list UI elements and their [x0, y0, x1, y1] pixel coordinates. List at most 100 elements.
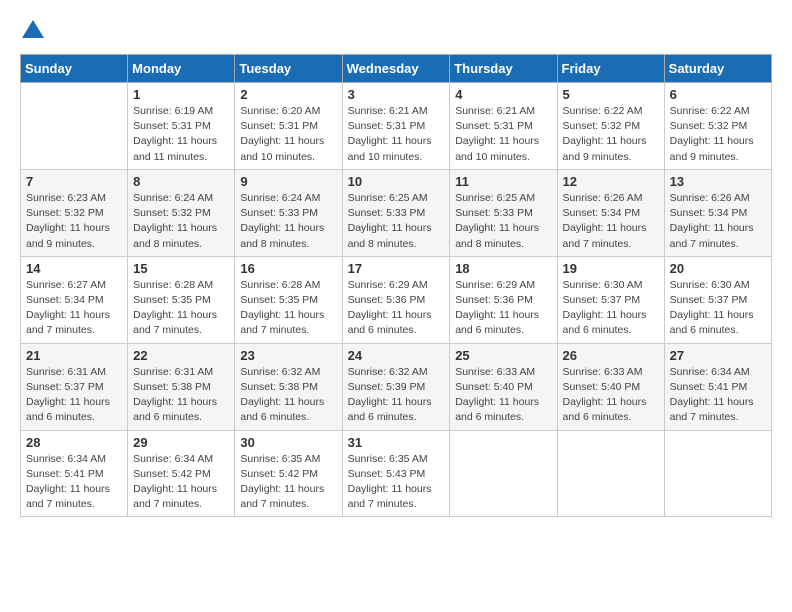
day-info: Sunrise: 6:19 AM Sunset: 5:31 PM Dayligh… — [133, 104, 229, 165]
calendar-cell: 8 Sunrise: 6:24 AM Sunset: 5:32 PM Daylig… — [128, 169, 235, 256]
day-number: 10 — [348, 174, 445, 189]
day-number: 5 — [563, 87, 659, 102]
calendar-cell — [664, 430, 771, 517]
calendar-cell: 26Sunrise: 6:33 AM Sunset: 5:40 PM Dayli… — [557, 343, 664, 430]
day-info: Sunrise: 6:35 AM Sunset: 5:42 PM Dayligh… — [240, 452, 336, 513]
day-number: 2 — [240, 87, 336, 102]
day-info: Sunrise: 6:34 AM Sunset: 5:41 PM Dayligh… — [670, 365, 766, 426]
day-info: Sunrise: 6:21 AM Sunset: 5:31 PM Dayligh… — [348, 104, 445, 165]
day-number: 17 — [348, 261, 445, 276]
calendar-cell: 24 Sunrise: 6:32 AM Sunset: 5:39 PM Dayli… — [342, 343, 450, 430]
day-info: Sunrise: 6:30 AM Sunset: 5:37 PM Dayligh… — [563, 278, 659, 339]
day-info: Sunrise: 6:25 AM Sunset: 5:33 PM Dayligh… — [455, 191, 551, 252]
day-info: Sunrise: 6:25 AM Sunset: 5:33 PM Dayligh… — [348, 191, 445, 252]
day-number: 22 — [133, 348, 229, 363]
col-header-thursday: Thursday — [450, 55, 557, 83]
day-number: 18 — [455, 261, 551, 276]
day-info: Sunrise: 6:28 AM Sunset: 5:35 PM Dayligh… — [133, 278, 229, 339]
day-info: Sunrise: 6:29 AM Sunset: 5:36 PM Dayligh… — [455, 278, 551, 339]
day-info: Sunrise: 6:28 AM Sunset: 5:35 PM Dayligh… — [240, 278, 336, 339]
day-number: 16 — [240, 261, 336, 276]
calendar-cell: 14 Sunrise: 6:27 AM Sunset: 5:34 PM Dayli… — [21, 256, 128, 343]
page-header — [20, 20, 772, 44]
calendar-cell: 10 Sunrise: 6:25 AM Sunset: 5:33 PM Dayli… — [342, 169, 450, 256]
day-number: 7 — [26, 174, 122, 189]
calendar-cell: 23 Sunrise: 6:32 AM Sunset: 5:38 PM Dayli… — [235, 343, 342, 430]
calendar-table: SundayMondayTuesdayWednesdayThursdayFrid… — [20, 54, 772, 517]
day-info: Sunrise: 6:29 AM Sunset: 5:36 PM Dayligh… — [348, 278, 445, 339]
calendar-cell: 3 Sunrise: 6:21 AM Sunset: 5:31 PM Daylig… — [342, 83, 450, 170]
day-info: Sunrise: 6:24 AM Sunset: 5:33 PM Dayligh… — [240, 191, 336, 252]
day-number: 25 — [455, 348, 551, 363]
day-number: 8 — [133, 174, 229, 189]
calendar-cell: 11 Sunrise: 6:25 AM Sunset: 5:33 PM Dayli… — [450, 169, 557, 256]
calendar-cell: 19 Sunrise: 6:30 AM Sunset: 5:37 PM Dayli… — [557, 256, 664, 343]
day-info: Sunrise: 6:35 AM Sunset: 5:43 PM Dayligh… — [348, 452, 445, 513]
day-number: 11 — [455, 174, 551, 189]
day-info: Sunrise: 6:31 AM Sunset: 5:38 PM Dayligh… — [133, 365, 229, 426]
day-number: 30 — [240, 435, 336, 450]
calendar-cell: 18 Sunrise: 6:29 AM Sunset: 5:36 PM Dayli… — [450, 256, 557, 343]
calendar-cell: 1 Sunrise: 6:19 AM Sunset: 5:31 PM Daylig… — [128, 83, 235, 170]
calendar-cell: 30 Sunrise: 6:35 AM Sunset: 5:42 PM Dayli… — [235, 430, 342, 517]
col-header-monday: Monday — [128, 55, 235, 83]
calendar-cell: 31 Sunrise: 6:35 AM Sunset: 5:43 PM Dayli… — [342, 430, 450, 517]
day-info: Sunrise: 6:21 AM Sunset: 5:31 PM Dayligh… — [455, 104, 551, 165]
day-number: 27 — [670, 348, 766, 363]
logo-icon — [22, 20, 44, 38]
day-info: Sunrise: 6:26 AM Sunset: 5:34 PM Dayligh… — [563, 191, 659, 252]
day-number: 19 — [563, 261, 659, 276]
day-number: 9 — [240, 174, 336, 189]
calendar-cell: 16 Sunrise: 6:28 AM Sunset: 5:35 PM Dayli… — [235, 256, 342, 343]
calendar-cell: 22 Sunrise: 6:31 AM Sunset: 5:38 PM Dayli… — [128, 343, 235, 430]
day-number: 20 — [670, 261, 766, 276]
calendar-cell: 12Sunrise: 6:26 AM Sunset: 5:34 PM Dayli… — [557, 169, 664, 256]
day-number: 6 — [670, 87, 766, 102]
day-number: 23 — [240, 348, 336, 363]
col-header-wednesday: Wednesday — [342, 55, 450, 83]
calendar-cell — [450, 430, 557, 517]
calendar-cell: 29 Sunrise: 6:34 AM Sunset: 5:42 PM Dayli… — [128, 430, 235, 517]
calendar-cell: 6Sunrise: 6:22 AM Sunset: 5:32 PM Daylig… — [664, 83, 771, 170]
calendar-cell — [21, 83, 128, 170]
day-number: 1 — [133, 87, 229, 102]
day-number: 31 — [348, 435, 445, 450]
logo — [20, 20, 44, 44]
day-info: Sunrise: 6:24 AM Sunset: 5:32 PM Dayligh… — [133, 191, 229, 252]
day-number: 3 — [348, 87, 445, 102]
day-number: 13 — [670, 174, 766, 189]
calendar-cell: 25 Sunrise: 6:33 AM Sunset: 5:40 PM Dayli… — [450, 343, 557, 430]
calendar-cell: 17 Sunrise: 6:29 AM Sunset: 5:36 PM Dayli… — [342, 256, 450, 343]
calendar-cell: 2 Sunrise: 6:20 AM Sunset: 5:31 PM Daylig… — [235, 83, 342, 170]
col-header-sunday: Sunday — [21, 55, 128, 83]
col-header-tuesday: Tuesday — [235, 55, 342, 83]
day-info: Sunrise: 6:20 AM Sunset: 5:31 PM Dayligh… — [240, 104, 336, 165]
day-number: 26 — [563, 348, 659, 363]
day-number: 21 — [26, 348, 122, 363]
day-info: Sunrise: 6:26 AM Sunset: 5:34 PM Dayligh… — [670, 191, 766, 252]
day-info: Sunrise: 6:32 AM Sunset: 5:39 PM Dayligh… — [348, 365, 445, 426]
day-info: Sunrise: 6:23 AM Sunset: 5:32 PM Dayligh… — [26, 191, 122, 252]
day-info: Sunrise: 6:34 AM Sunset: 5:42 PM Dayligh… — [133, 452, 229, 513]
day-number: 24 — [348, 348, 445, 363]
calendar-cell: 28 Sunrise: 6:34 AM Sunset: 5:41 PM Dayli… — [21, 430, 128, 517]
day-info: Sunrise: 6:22 AM Sunset: 5:32 PM Dayligh… — [563, 104, 659, 165]
day-number: 14 — [26, 261, 122, 276]
calendar-cell: 15 Sunrise: 6:28 AM Sunset: 5:35 PM Dayli… — [128, 256, 235, 343]
day-info: Sunrise: 6:33 AM Sunset: 5:40 PM Dayligh… — [455, 365, 551, 426]
day-number: 4 — [455, 87, 551, 102]
day-info: Sunrise: 6:34 AM Sunset: 5:41 PM Dayligh… — [26, 452, 122, 513]
calendar-cell: 13 Sunrise: 6:26 AM Sunset: 5:34 PM Dayli… — [664, 169, 771, 256]
col-header-friday: Friday — [557, 55, 664, 83]
day-number: 15 — [133, 261, 229, 276]
day-number: 29 — [133, 435, 229, 450]
calendar-cell: 20Sunrise: 6:30 AM Sunset: 5:37 PM Dayli… — [664, 256, 771, 343]
day-info: Sunrise: 6:32 AM Sunset: 5:38 PM Dayligh… — [240, 365, 336, 426]
col-header-saturday: Saturday — [664, 55, 771, 83]
day-info: Sunrise: 6:27 AM Sunset: 5:34 PM Dayligh… — [26, 278, 122, 339]
day-info: Sunrise: 6:31 AM Sunset: 5:37 PM Dayligh… — [26, 365, 122, 426]
calendar-cell: 5 Sunrise: 6:22 AM Sunset: 5:32 PM Daylig… — [557, 83, 664, 170]
calendar-cell — [557, 430, 664, 517]
day-number: 28 — [26, 435, 122, 450]
calendar-cell: 27 Sunrise: 6:34 AM Sunset: 5:41 PM Dayli… — [664, 343, 771, 430]
